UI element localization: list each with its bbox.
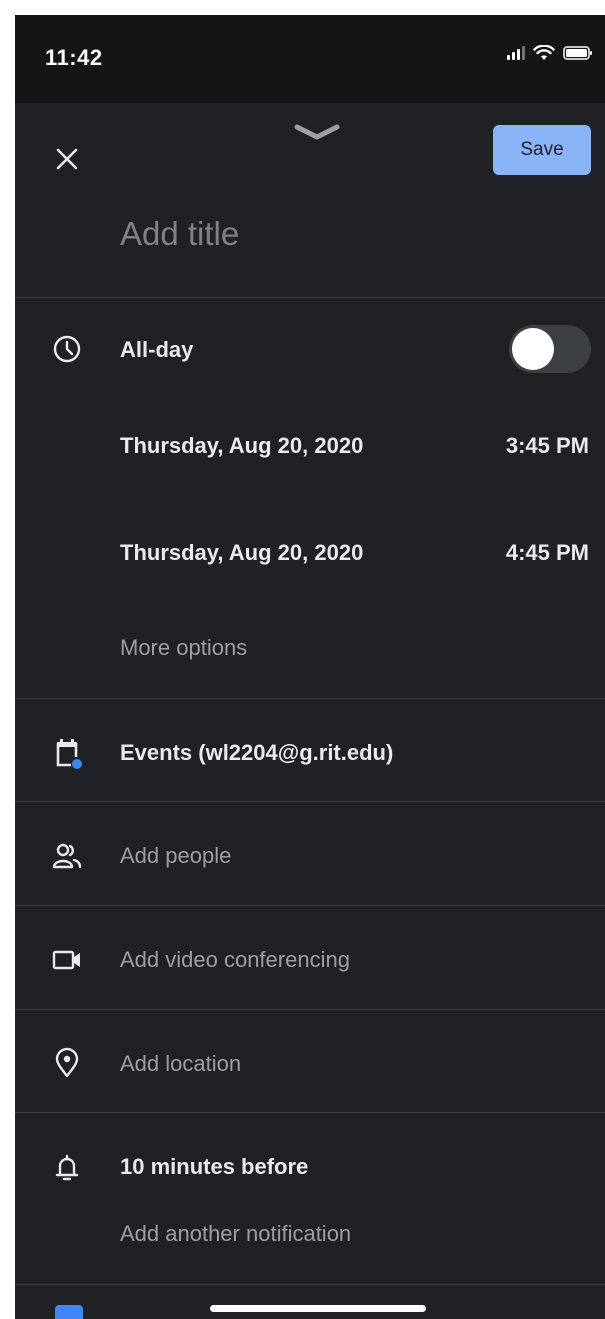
video-camera-icon	[52, 950, 80, 970]
event-editor-sheet: Save Add title All-day Thursday, Aug 20,…	[15, 103, 605, 1319]
chevron-down-icon[interactable]	[287, 119, 347, 145]
calendar-name[interactable]: Events (wl2204@g.rit.edu)	[120, 740, 393, 766]
wifi-icon	[533, 45, 555, 60]
divider	[15, 905, 605, 906]
add-notification-button[interactable]: Add another notification	[120, 1221, 351, 1247]
divider	[15, 1284, 605, 1285]
calendar-icon	[56, 739, 82, 769]
status-icons	[507, 45, 593, 61]
add-location-button[interactable]: Add location	[120, 1051, 241, 1077]
toggle-knob	[512, 328, 554, 370]
battery-icon	[563, 46, 592, 60]
more-options-link[interactable]: More options	[120, 635, 247, 661]
start-date[interactable]: Thursday, Aug 20, 2020	[120, 433, 363, 459]
end-time[interactable]: 4:45 PM	[506, 540, 589, 566]
divider	[15, 1112, 605, 1113]
divider	[15, 801, 605, 802]
divider	[15, 1009, 605, 1010]
divider	[15, 297, 605, 298]
people-icon	[52, 843, 82, 869]
phone-screen: 11:42 Save Add title All-day Thursday, A…	[15, 15, 605, 1319]
next-row-icon	[55, 1305, 83, 1319]
bell-icon	[55, 1154, 79, 1181]
all-day-toggle[interactable]	[509, 325, 591, 373]
all-day-label: All-day	[120, 337, 194, 362]
notification-setting[interactable]: 10 minutes before	[120, 1154, 308, 1180]
home-indicator[interactable]	[210, 1305, 426, 1312]
start-time[interactable]: 3:45 PM	[506, 433, 589, 459]
end-date[interactable]: Thursday, Aug 20, 2020	[120, 540, 363, 566]
status-bar: 11:42	[15, 15, 605, 103]
cellular-signal-icon	[507, 46, 525, 60]
close-icon[interactable]	[53, 145, 81, 173]
save-button[interactable]: Save	[493, 125, 591, 175]
title-input[interactable]: Add title	[120, 215, 560, 253]
divider	[15, 698, 605, 699]
location-pin-icon	[55, 1047, 79, 1078]
add-people-button[interactable]: Add people	[120, 843, 231, 869]
add-video-conferencing-button[interactable]: Add video conferencing	[120, 947, 350, 973]
clock-icon	[53, 335, 81, 363]
status-time: 11:42	[45, 45, 103, 70]
